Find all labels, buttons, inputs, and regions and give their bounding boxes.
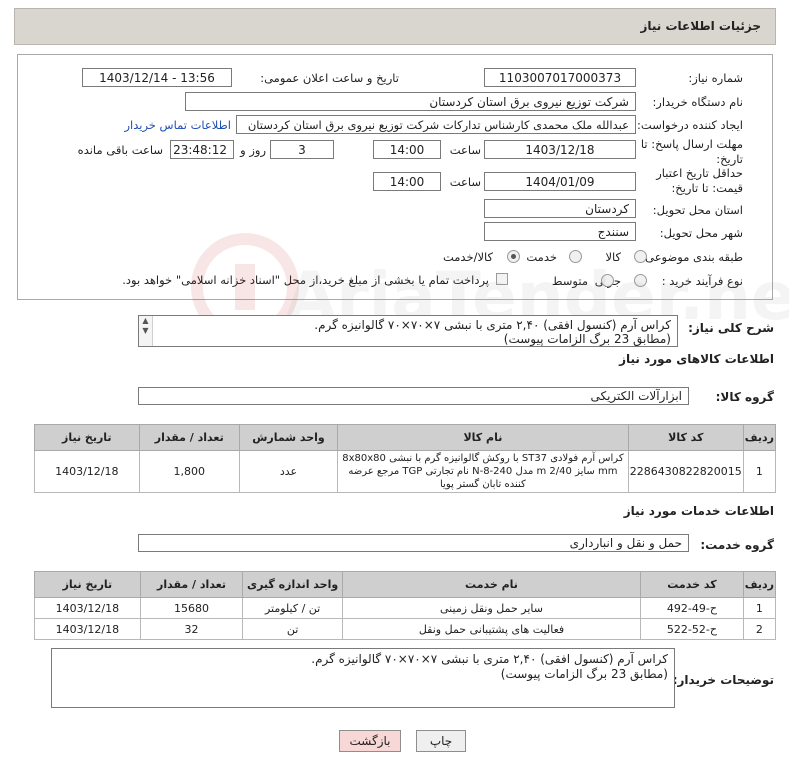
goods-col-qty: تعداد / مقدار [138,424,241,451]
goods-col-code: کد کالا [627,424,744,451]
service-row-unit: تن / کیلومتر [242,597,343,619]
service-row-name: سایر حمل ونقل زمینی [341,597,642,619]
services-col-date: تاریخ نیاز [34,571,141,598]
goods-col-row: ردیف [742,424,777,451]
description-label: شرح کلی نیاز: [688,321,774,335]
goods-name-line-1: کراس آرم فولادی ST37 با روکش گالوانیزه گ… [342,453,624,464]
scroll-up-icon[interactable]: ▲ [139,316,152,326]
province-field[interactable]: کردستان [484,199,636,218]
goods-name-line-3: کننده تابان گستر پویا [439,479,526,490]
days-remaining-field[interactable]: 3 [270,140,334,159]
goods-group-label: گروه کالا: [715,390,774,404]
services-col-name: نام خدمت [341,571,642,598]
service-row-unit: تن [242,618,343,640]
remaining-time-field[interactable]: 23:48:12 [170,140,234,159]
goods-row-unit: عدد [238,450,339,493]
buyer-notes-textarea[interactable]: کراس آرم (کنسول افقی) ۲,۴۰ متری با نبشی … [51,648,675,708]
goods-row-name: کراس آرم فولادی ST37 با روکش گالوانیزه گ… [337,450,629,493]
goods-col-unit: واحد شمارش [238,424,339,451]
table-row[interactable]: 1 2286430822820015 کراس آرم فولادی ST37 … [34,450,777,493]
price-time-field[interactable]: 14:00 [373,172,441,191]
service-row-qty: 32 [139,618,244,640]
days-label: روز و [240,143,266,157]
services-col-qty: تعداد / مقدار [139,571,244,598]
service-row-date: 1403/12/18 [34,618,141,640]
province-label: استان محل تحویل: [652,203,743,217]
goods-row-qty: 1,800 [138,450,241,493]
service-row-number: 1 [742,597,777,619]
buyer-notes-line-2: (مطابق 23 برگ الزامات پیوست) [500,667,668,681]
buyer-notes-line-1: کراس آرم (کنسول افقی) ۲,۴۰ متری با نبشی … [311,652,668,666]
description-textarea[interactable]: کراس آرم (کنسول افقی) ۲,۴۰ متری با نبشی … [138,315,678,347]
table-row[interactable]: 2 ح-52-522 فعالیت های پشتیبانی حمل ونقل … [34,618,777,640]
creator-field[interactable]: عبدالله ملک محمدی کارشناس تدارکات شرکت ت… [236,115,636,134]
table-row[interactable]: 1 ح-49-492 سایر حمل ونقل زمینی تن / کیلو… [34,597,777,619]
page-header: جزئیات اطلاعات نیاز [14,8,776,45]
print-button[interactable]: چاپ [416,730,466,752]
goods-name-line-2: mm سایز m 2/40 مدل N-8-240 نام تجارتی TG… [348,466,618,477]
service-row-name: فعالیت های پشتیبانی حمل ونقل [341,618,642,640]
announce-label: تاریخ و ساعت اعلان عمومی: [260,71,399,85]
watermark-bar-icon [235,264,255,310]
services-table-header: ردیف کد خدمت نام خدمت واحد اندازه گیری ت… [34,571,777,598]
goods-section-title: اطلاعات کالاهای مورد نیاز [619,352,774,366]
creator-label: ایجاد کننده درخواست: [637,118,743,132]
buyer-org-label: نام دستگاه خریدار: [652,95,743,109]
services-col-code: کد خدمت [640,571,744,598]
goods-row-code: 2286430822820015 [627,450,744,493]
description-line-2: (مطابق 23 برگ الزامات پیوست) [503,332,671,346]
buyer-contact-link[interactable]: اطلاعات تماس خریدار [124,118,231,132]
price-validity-label: حداقل تاریخ اعتبار قیمت: تا تاریخ: [656,166,743,195]
service-row-code: ح-49-492 [640,597,744,619]
services-group-label: گروه خدمت: [700,538,774,552]
goods-col-date: تاریخ نیاز [34,424,140,451]
remaining-label: ساعت باقی مانده [77,143,163,157]
buyer-notes-label: توضیحات خریدار: [672,673,774,687]
scroll-down-icon[interactable]: ▼ [139,326,152,336]
goods-row-date: 1403/12/18 [34,450,140,493]
services-col-unit: واحد اندازه گیری [242,571,343,598]
announce-field[interactable]: 1403/12/14 - 13:56 [82,68,232,87]
services-group-field[interactable]: حمل و نقل و انبارداری [138,534,689,552]
services-table: ردیف کد خدمت نام خدمت واحد اندازه گیری ت… [34,571,777,640]
description-line-1: کراس آرم (کنسول افقی) ۲,۴۰ متری با نبشی … [314,318,671,332]
need-number-field[interactable]: 1103007017000373 [484,68,636,87]
reply-deadline-label: مهلت ارسال پاسخ: تا تاریخ: [640,137,743,166]
service-row-number: 2 [742,618,777,640]
goods-group-field[interactable]: ابزارآلات الکتریکی [138,387,689,405]
reply-time-field[interactable]: 14:00 [373,140,441,159]
goods-col-name: نام کالا [337,424,629,451]
description-scrollbar[interactable]: ▲ ▼ [139,316,153,346]
goods-table-header: ردیف کد کالا نام کالا واحد شمارش تعداد /… [34,424,777,451]
service-row-qty: 15680 [139,597,244,619]
reply-date-field[interactable]: 1403/12/18 [484,140,636,159]
buyer-org-field[interactable]: شرکت توزیع نیروی برق استان کردستان [185,92,636,111]
goods-table: ردیف کد کالا نام کالا واحد شمارش تعداد /… [34,424,777,493]
services-col-row: ردیف [742,571,777,598]
page-title: جزئیات اطلاعات نیاز [640,19,761,33]
price-date-field[interactable]: 1404/01/09 [484,172,636,191]
back-button[interactable]: بازگشت [339,730,401,752]
need-number-label: شماره نیاز: [688,71,743,85]
goods-row-number: 1 [742,450,777,493]
price-time-label: ساعت [449,175,481,189]
service-row-code: ح-52-522 [640,618,744,640]
services-section-title: اطلاعات خدمات مورد نیاز [623,504,774,518]
service-row-date: 1403/12/18 [34,597,141,619]
reply-time-label: ساعت [449,143,481,157]
